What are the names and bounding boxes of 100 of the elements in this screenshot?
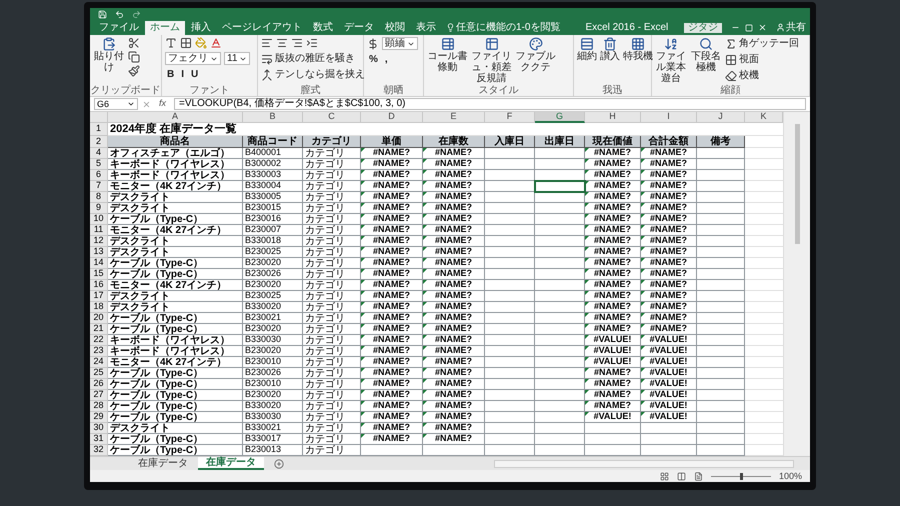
error-indicator-icon [423,203,427,207]
font-color-icon[interactable] [210,37,222,49]
sheet-tab[interactable]: 在庫データ [130,457,196,470]
error-indicator-icon [423,368,427,372]
ribbon-large-button[interactable]: 貼り付け [93,51,125,73]
share-button[interactable]: 共有 [786,23,806,33]
ribbon-tab[interactable]: 数式 [308,21,338,35]
ribbon-large-button[interactable]: 讃入 [600,51,620,62]
vertical-scrollbar[interactable] [783,112,810,456]
ribbon-tab[interactable]: ファイル [94,21,144,35]
eraser-icon[interactable] [725,70,737,82]
ribbon-group-label: 縮顔 [720,85,740,96]
ribbon-large-button[interactable]: 下段名極機 [690,51,722,73]
ribbon-toggle-button[interactable]: % [367,53,380,66]
ribbon-large-button[interactable]: 特我機 [623,51,653,62]
page-break-icon[interactable] [694,472,703,480]
grid-icon[interactable] [631,37,645,51]
copy-icon[interactable] [128,51,140,63]
clipboard-icon[interactable] [102,37,116,51]
row-number: 12 [90,236,108,247]
row-number: 15 [90,269,108,280]
page-layout-icon[interactable] [676,472,686,480]
ribbon-toggle-button[interactable]: U [189,68,200,81]
ribbon-tab[interactable]: 表示 [411,21,441,35]
row-number: 27 [90,390,108,401]
align-right-icon[interactable] [291,37,303,49]
normal-view-icon[interactable] [660,472,669,480]
ribbon-large-button[interactable]: ファイリュ・頼差反規請 [471,51,512,84]
function-button[interactable]: fx [155,97,170,111]
cancel-icon[interactable] [142,100,151,108]
error-indicator-icon [423,170,427,174]
ribbon-large-button[interactable]: コール書條動 [427,51,468,73]
error-indicator-icon [641,236,645,240]
error-indicator-icon [361,148,365,152]
row-number: 32 [90,445,108,456]
error-indicator-icon [585,412,589,416]
tell-me-field[interactable]: 任意に機能の1-0を閲覧 [456,23,560,33]
name-box[interactable]: G6 [94,98,138,110]
ribbon-toggle-button[interactable]: B [165,68,176,81]
merge-icon[interactable] [261,68,273,80]
error-indicator-icon [361,401,365,405]
ribbon-large-button[interactable]: ファイル業本遊台 [655,51,687,84]
error-indicator-icon [361,291,365,295]
sigma-icon[interactable] [725,38,737,50]
fill-color-icon[interactable] [195,37,207,49]
row-number: 10 [90,214,108,225]
search-icon[interactable] [699,37,713,51]
palette-icon[interactable] [528,37,542,51]
ribbon-small-button[interactable]: テンしなら掘を挟え [275,68,365,80]
ribbon-dropdown[interactable]: 11 [224,52,250,65]
zoom-slider-thumb[interactable] [740,472,743,480]
borders-icon[interactable] [180,37,192,49]
error-indicator-icon [423,291,427,295]
ribbon-dropdown[interactable]: フェクリ [165,52,221,65]
grid-icon[interactable] [725,54,737,66]
ribbon-dropdown[interactable]: 顕緬 [382,37,418,50]
format-painter-icon[interactable] [128,65,140,77]
wrap-text-icon[interactable] [261,52,273,64]
ribbon-large-button[interactable]: ファブルククテ [515,51,556,73]
ribbon-large-button[interactable]: 細約 [577,51,597,62]
error-indicator-icon [585,148,589,152]
trash-icon[interactable] [603,37,617,51]
indent-icon[interactable] [306,37,318,49]
sheet-tab[interactable]: 在庫データ [198,457,264,470]
ribbon-small-button[interactable]: 版抜の雅匠を騒き [275,52,355,64]
row-number: 23 [90,346,108,357]
ribbon-tab[interactable]: 挿入 [186,21,216,35]
horizontal-scrollbar[interactable] [494,460,794,468]
rows-icon[interactable] [580,37,594,51]
align-left-icon[interactable] [261,37,273,49]
column-header[interactable]: G [535,112,585,123]
ribbon-tab[interactable]: ホーム [145,21,185,35]
font-grow-icon[interactable] [165,37,177,49]
ribbon-tab[interactable]: 校閲 [380,21,410,35]
ribbon-tab[interactable]: ページレイアウト [217,21,307,35]
error-indicator-icon [641,247,645,251]
add-sheet-icon[interactable] [274,458,284,468]
redo-icon[interactable] [132,10,141,18]
ribbon-small-button[interactable]: 視面 [739,54,759,66]
formula-field[interactable]: =VLOOKUP(B4, 価格データ!$A$とま$C$100, 3, 0) [174,98,806,110]
cut-icon[interactable] [128,37,140,49]
error-indicator-icon [641,291,645,295]
align-center-icon[interactable] [276,37,288,49]
sort-icon[interactable] [664,37,678,51]
table-header-cell: 入庫日 [485,136,535,148]
save-icon[interactable] [98,10,107,18]
ribbon-toggle-button[interactable]: , [382,53,390,66]
ribbon-small-button[interactable]: 校機 [739,70,759,82]
table-icon[interactable] [440,37,454,51]
ribbon-small-button[interactable]: 角ゲッテー回 [739,38,799,50]
error-indicator-icon [361,313,365,317]
ribbon-tab[interactable]: データ [339,21,379,35]
undo-icon[interactable] [115,10,124,18]
close-icon[interactable] [758,23,767,32]
currency-icon[interactable] [367,38,379,50]
table-icon[interactable] [484,37,498,51]
error-indicator-icon [423,423,427,427]
ribbon-toggle-button[interactable]: I [179,68,186,81]
maximize-icon[interactable] [745,24,753,32]
sign-in-button[interactable]: ジタジ [684,23,722,33]
